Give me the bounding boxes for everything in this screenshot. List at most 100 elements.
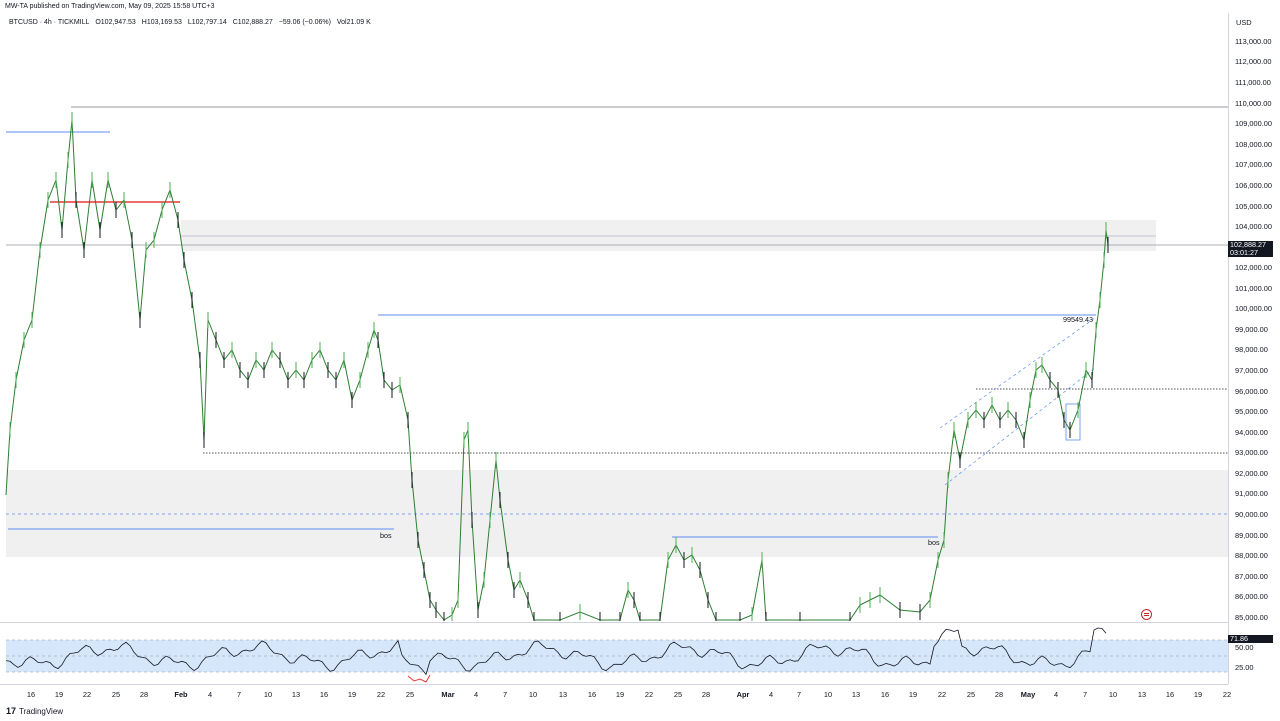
time-tick: 22 (1222, 690, 1232, 699)
time-tick: 25 (966, 690, 976, 699)
legend-open: O102,947.53 (95, 19, 136, 26)
time-tick: 25 (111, 690, 121, 699)
time-tick: May (1020, 690, 1036, 699)
legend-volume: Vol21.09 K (336, 19, 371, 26)
bos-label-1: bos (380, 531, 392, 540)
time-tick: 13 (558, 690, 568, 699)
time-tick: 25 (673, 690, 683, 699)
price-tick: 94,000.00 (1235, 428, 1268, 437)
time-tick: 7 (502, 690, 508, 699)
time-tick: 22 (376, 690, 386, 699)
us-flag-event-icon[interactable] (1141, 609, 1152, 620)
time-tick: 22 (937, 690, 947, 699)
rsi-pane[interactable] (0, 624, 1228, 684)
price-tick: 92,000.00 (1235, 469, 1268, 478)
time-tick: 19 (1193, 690, 1203, 699)
time-tick: 4 (768, 690, 774, 699)
time-tick: 4 (473, 690, 479, 699)
time-tick: 25 (405, 690, 415, 699)
price-tick: 112,000.00 (1235, 57, 1272, 66)
legend-change: −59.06 (−0.06%) (278, 19, 331, 26)
footer-brand: TradingView (19, 706, 64, 716)
rsi-tick: 25.00 (1235, 663, 1254, 672)
time-tick: 16 (1165, 690, 1175, 699)
price-tick: 96,000.00 (1235, 387, 1268, 396)
time-tick: Mar (441, 690, 455, 699)
price-tick: 100,000.00 (1235, 304, 1272, 313)
rsi-chart[interactable] (0, 624, 1228, 684)
price-tick: 105,000.00 (1235, 202, 1272, 211)
time-tick: 10 (823, 690, 833, 699)
footer: 17 TradingView (6, 706, 63, 716)
time-tick: 28 (994, 690, 1004, 699)
time-tick: 13 (1137, 690, 1147, 699)
price-tick: 108,000.00 (1235, 140, 1272, 149)
rsi-value-tag: 71.86 (1228, 635, 1273, 643)
time-tick: 16 (319, 690, 329, 699)
time-tick: 4 (207, 690, 213, 699)
time-tick: 19 (347, 690, 357, 699)
published-caption: MW-TA published on TradingView.com, May … (5, 3, 215, 10)
price-tick: 88,000.00 (1235, 551, 1268, 560)
time-tick: 28 (139, 690, 149, 699)
price-tick: 106,000.00 (1235, 181, 1272, 190)
time-tick: 16 (880, 690, 890, 699)
legend-low: L102,797.14 (187, 19, 227, 26)
symbol-legend: BTCUSD · 4h · TICKMILL O102,947.53 H103,… (9, 19, 375, 26)
time-tick: 16 (26, 690, 36, 699)
price-tick: 97,000.00 (1235, 366, 1268, 375)
time-tick: 13 (851, 690, 861, 699)
time-tick: 19 (908, 690, 918, 699)
time-tick: 4 (1053, 690, 1059, 699)
legend-high: H103,169.53 (141, 19, 182, 26)
price-tick: 87,000.00 (1235, 572, 1268, 581)
tradingview-logo-icon: 17 (6, 706, 17, 716)
bos-label-2: bos (928, 538, 940, 547)
rsi-tick: 50.00 (1235, 643, 1254, 652)
time-tick: 16 (587, 690, 597, 699)
price-tick: 90,000.00 (1235, 510, 1268, 519)
supply-zone (181, 220, 1156, 251)
time-tick: 19 (615, 690, 625, 699)
price-tick: 93,000.00 (1235, 448, 1268, 457)
price-tick: 107,000.00 (1235, 160, 1272, 169)
price-pane[interactable] (0, 13, 1228, 628)
time-axis[interactable]: 16 19 22 25 28 Feb 4 7 10 13 16 19 22 25 Mar 4 7 10 13 16 19… (0, 684, 1232, 703)
price-axis[interactable]: 113,000.00 112,000.00 111,000.00 110,000.00… (1228, 13, 1280, 684)
currency-label: USD (1236, 18, 1252, 27)
price-tick: 113,000.00 (1235, 37, 1272, 46)
time-tick: 7 (796, 690, 802, 699)
time-tick: Feb (174, 690, 188, 699)
price-tick: 95,000.00 (1235, 407, 1268, 416)
price-tick: 99,000.00 (1235, 325, 1268, 334)
price-tick: 91,000.00 (1235, 489, 1268, 498)
rsi-oversold (407, 674, 431, 683)
countdown-tag: 03:01:27 (1228, 249, 1273, 257)
price-tick: 102,000.00 (1235, 263, 1272, 272)
demand-zone (6, 470, 1228, 557)
time-tick: Apr (736, 690, 750, 699)
price-tick: 109,000.00 (1235, 119, 1272, 128)
price-tick: 110,000.00 (1235, 99, 1272, 108)
price-tick: 101,000.00 (1235, 284, 1272, 293)
time-tick: 7 (1082, 690, 1088, 699)
price-tick: 85,000.00 (1235, 613, 1268, 622)
time-tick: 22 (644, 690, 654, 699)
time-tick: 19 (54, 690, 64, 699)
pane-divider[interactable] (0, 622, 1228, 623)
channel-upper (939, 317, 1096, 429)
time-tick: 10 (528, 690, 538, 699)
price-tick: 98,000.00 (1235, 345, 1268, 354)
price-tick: 86,000.00 (1235, 592, 1268, 601)
time-tick: 10 (263, 690, 273, 699)
price-tick: 104,000.00 (1235, 222, 1272, 231)
time-tick: 7 (236, 690, 242, 699)
price-tick: 111,000.00 (1235, 78, 1271, 87)
legend-close: C102,888.27 (232, 19, 273, 26)
time-tick: 13 (291, 690, 301, 699)
legend-symbol: BTCUSD · 4h · TICKMILL (9, 19, 90, 26)
price-tick: 89,000.00 (1235, 531, 1268, 540)
price-chart[interactable] (0, 13, 1228, 628)
time-tick: 22 (82, 690, 92, 699)
level-label: 99549.43 (1063, 315, 1093, 324)
